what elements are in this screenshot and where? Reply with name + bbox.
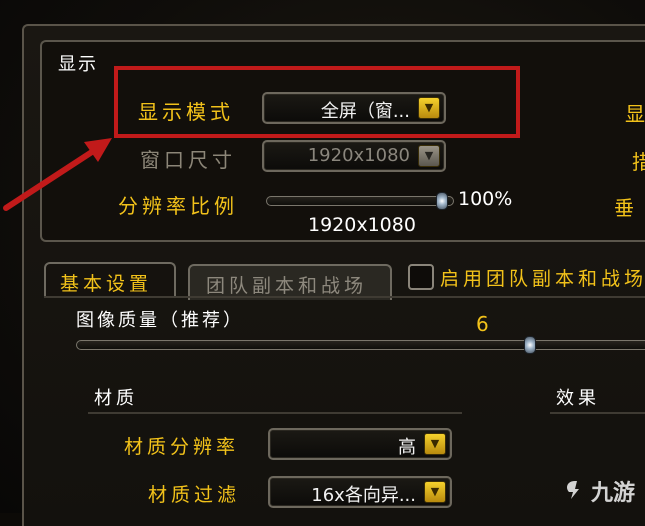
texture-resolution-dropdown[interactable]: 高 ▼ — [268, 428, 452, 460]
watermark-text: 九游 — [590, 481, 635, 506]
effects-section-divider — [550, 412, 645, 414]
right-edge-label-3: 垂 — [614, 196, 638, 220]
highlight-box — [114, 66, 520, 138]
texture-section-title: 材质 — [94, 388, 138, 409]
red-arrow-icon — [3, 138, 112, 211]
window-size-dropdown[interactable]: 1920x1080 ▼ — [262, 140, 446, 172]
resolution-scale-slider[interactable] — [266, 196, 454, 206]
display-section-title: 显示 — [58, 54, 98, 75]
window-size-label: 窗口尺寸 — [140, 148, 236, 172]
resolution-scale-thumb[interactable] — [436, 192, 448, 210]
watermark: 九游 — [563, 475, 635, 507]
texture-filter-dropdown[interactable]: 16x各向异... ▼ — [268, 476, 452, 508]
resolution-result: 1920x1080 — [308, 214, 416, 236]
tab-raid-battleground[interactable]: 团队副本和战场 — [188, 264, 392, 300]
tab-raid-battleground-label: 团队副本和战场 — [206, 275, 368, 297]
graphics-quality-value: 6 — [476, 312, 489, 336]
window-size-value: 1920x1080 — [307, 145, 410, 166]
graphics-quality-thumb[interactable] — [523, 336, 536, 354]
texture-section-divider — [88, 412, 462, 414]
texture-filter-value: 16x各向异... — [311, 485, 416, 506]
resolution-scale-value: 100% — [458, 188, 513, 210]
chevron-down-icon[interactable]: ▼ — [424, 433, 446, 455]
texture-resolution-value: 高 — [398, 437, 416, 458]
effects-section-title: 效果 — [556, 388, 600, 409]
raid-checkbox-label: 启用团队副本和战场 — [440, 268, 645, 290]
raid-checkbox[interactable] — [408, 264, 434, 290]
chevron-down-icon[interactable]: ▼ — [424, 481, 446, 503]
chevron-down-icon[interactable]: ▼ — [418, 145, 440, 167]
texture-resolution-label: 材质分辨率 — [124, 436, 240, 458]
resolution-scale-label: 分辨率比例 — [118, 194, 238, 218]
right-edge-label-1: 显 — [625, 102, 645, 126]
tab-basic-settings-label: 基本设置 — [60, 273, 153, 295]
graphics-quality-slider[interactable] — [76, 340, 645, 350]
graphics-quality-label: 图像质量（推荐） — [76, 310, 244, 331]
right-edge-label-2: 措 — [632, 146, 645, 175]
watermark-logo-icon — [566, 481, 579, 499]
texture-filter-label: 材质过滤 — [148, 484, 241, 506]
tab-basic-settings[interactable]: 基本设置 — [44, 262, 176, 298]
tab-divider — [44, 296, 645, 298]
